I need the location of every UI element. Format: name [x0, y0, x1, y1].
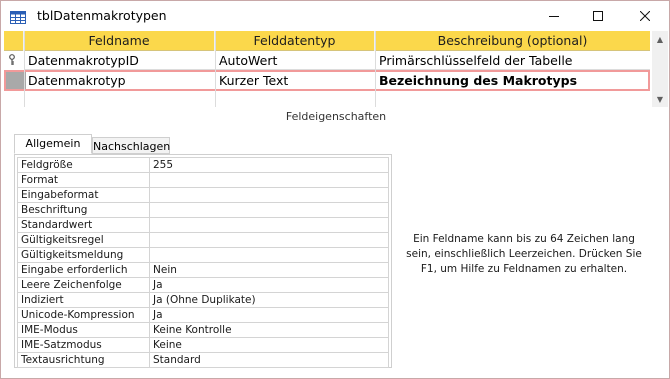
property-row[interactable]: Eingabe erforderlich Nein: [17, 262, 389, 278]
help-text: Ein Feldname kann bis zu 64 Zeichen lang…: [406, 233, 642, 275]
field-description-cell[interactable]: Primärschlüsselfeld der Tabelle: [375, 51, 650, 70]
column-header-description[interactable]: Beschreibung (optional): [375, 31, 650, 51]
column-header-fieldname[interactable]: Feldname: [24, 31, 215, 51]
maximize-button[interactable]: [576, 1, 620, 31]
maximize-icon: [593, 11, 603, 21]
property-value[interactable]: Nein: [149, 262, 389, 278]
minimize-button[interactable]: [532, 1, 576, 31]
property-value[interactable]: Standard: [149, 352, 389, 368]
window-title: tblDatenmakrotypen: [37, 8, 167, 23]
grid-divider: [215, 31, 216, 107]
tab-general[interactable]: Allgemein: [14, 134, 92, 154]
property-row[interactable]: Textausrichtung Standard: [17, 352, 389, 368]
property-row[interactable]: Indiziert Ja (Ohne Duplikate): [17, 292, 389, 308]
field-row[interactable]: DatenmakrotypID AutoWert Primärschlüssel…: [4, 51, 650, 70]
property-value[interactable]: [149, 247, 389, 263]
property-row[interactable]: Gültigkeitsregel: [17, 232, 389, 248]
grid-divider: [24, 31, 25, 107]
property-value[interactable]: Keine Kontrolle: [149, 322, 389, 338]
property-row[interactable]: Beschriftung: [17, 202, 389, 218]
property-value[interactable]: [149, 202, 389, 218]
grid-divider: [375, 31, 376, 107]
property-row[interactable]: Leere Zeichenfolge Ja: [17, 277, 389, 293]
header-selector-cell: [4, 31, 24, 51]
property-name: Eingabeformat: [17, 187, 150, 203]
field-name-cell[interactable]: Datenmakrotyp: [24, 71, 215, 90]
field-properties-title: Feldeigenschaften: [285, 110, 387, 123]
properties-table: Feldgröße 255 Format Eingabeformat Beschr…: [17, 157, 389, 368]
properties-panel: Feldgröße 255 Format Eingabeformat Beschr…: [14, 154, 392, 368]
row-selector[interactable]: [6, 72, 26, 89]
field-name-cell[interactable]: DatenmakrotypID: [24, 51, 215, 70]
property-name: Beschriftung: [17, 202, 150, 218]
property-row[interactable]: Format: [17, 172, 389, 188]
field-type-cell[interactable]: [215, 91, 375, 110]
minimize-icon: [549, 16, 559, 17]
property-name: Indiziert: [17, 292, 150, 308]
property-value[interactable]: Ja (Ohne Duplikate): [149, 292, 389, 308]
field-row-selected[interactable]: Datenmakrotyp Kurzer Text Bezeichnung de…: [4, 70, 650, 91]
table-icon: [10, 9, 26, 24]
property-row[interactable]: Unicode-Kompression Ja: [17, 307, 389, 323]
property-value[interactable]: Ja: [149, 277, 389, 293]
property-row[interactable]: Standardwert: [17, 217, 389, 233]
property-name: Unicode-Kompression: [17, 307, 150, 323]
tab-lookup[interactable]: Nachschlagen: [92, 137, 170, 154]
property-name: Eingabe erforderlich: [17, 262, 150, 278]
primary-key-icon: [9, 54, 15, 65]
property-name: Textausrichtung: [17, 352, 150, 368]
scroll-down-arrow-icon[interactable]: ▼: [652, 91, 668, 107]
property-value[interactable]: 255: [149, 157, 389, 173]
property-row[interactable]: Gültigkeitsmeldung: [17, 247, 389, 263]
property-row[interactable]: IME-Modus Keine Kontrolle: [17, 322, 389, 338]
field-row-new[interactable]: [4, 91, 650, 107]
property-name: Leere Zeichenfolge: [17, 277, 150, 293]
field-description-cell[interactable]: [375, 91, 650, 110]
field-name-cell[interactable]: [24, 91, 215, 110]
property-value[interactable]: [149, 172, 389, 188]
table-design-window: tblDatenmakrotypen Feldname Felddatentyp…: [0, 0, 670, 379]
property-row[interactable]: Eingabeformat: [17, 187, 389, 203]
scroll-up-arrow-icon[interactable]: ▲: [652, 31, 668, 47]
field-type-cell[interactable]: AutoWert: [215, 51, 375, 70]
property-name: Standardwert: [17, 217, 150, 233]
property-value[interactable]: [149, 232, 389, 248]
grid-scrollbar[interactable]: ▲ ▼: [652, 31, 668, 107]
property-value[interactable]: Keine: [149, 337, 389, 353]
property-name: IME-Satzmodus: [17, 337, 150, 353]
property-name: Feldgröße: [17, 157, 150, 173]
property-name: Gültigkeitsregel: [17, 232, 150, 248]
property-value[interactable]: [149, 187, 389, 203]
property-value[interactable]: Ja: [149, 307, 389, 323]
property-name: Format: [17, 172, 150, 188]
property-name: Gültigkeitsmeldung: [17, 247, 150, 263]
close-icon: [640, 11, 650, 21]
field-grid: Feldname Felddatentyp Beschreibung (opti…: [4, 31, 668, 107]
property-row[interactable]: Feldgröße 255: [17, 157, 389, 173]
property-row[interactable]: IME-Satzmodus Keine: [17, 337, 389, 353]
property-name: IME-Modus: [17, 322, 150, 338]
field-description-cell[interactable]: Bezeichnung des Makrotyps: [375, 71, 648, 90]
row-selector[interactable]: [4, 51, 24, 70]
grid-header: Feldname Felddatentyp Beschreibung (opti…: [4, 31, 650, 51]
close-button[interactable]: [623, 1, 667, 31]
field-type-cell[interactable]: Kurzer Text: [215, 71, 375, 90]
property-value[interactable]: [149, 217, 389, 233]
title-bar[interactable]: tblDatenmakrotypen: [1, 1, 669, 31]
column-header-datatype[interactable]: Felddatentyp: [215, 31, 375, 51]
